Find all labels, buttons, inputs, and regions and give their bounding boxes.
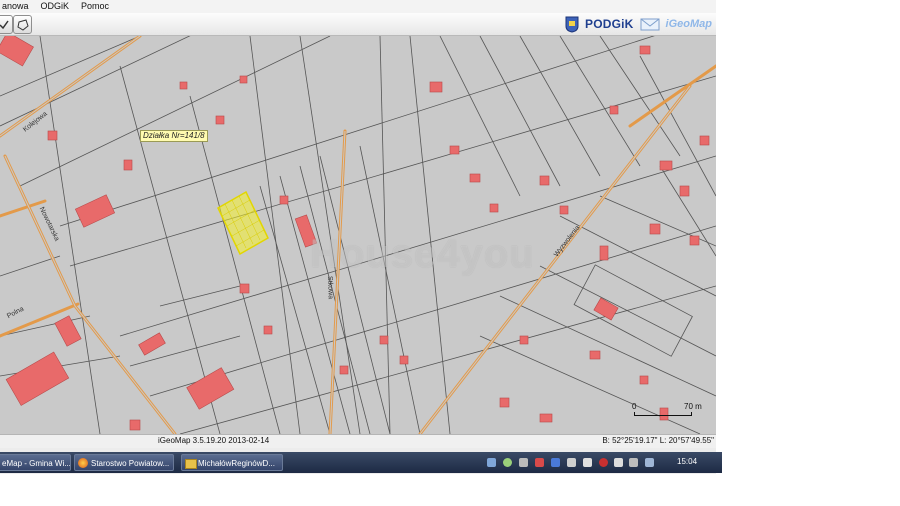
- tray-security-icon[interactable]: [599, 458, 608, 467]
- tray-antivirus-icon[interactable]: [535, 458, 544, 467]
- tray-network-icon[interactable]: [487, 458, 496, 467]
- map-canvas[interactable]: Działka Nr=141/8 Kolejowa Nowotarska Pol…: [0, 36, 716, 434]
- toolbar: PODGiK iGeoMap: [0, 13, 716, 36]
- polygon-icon: [16, 18, 29, 31]
- highlighted-parcel: [217, 190, 269, 256]
- tray-battery-icon[interactable]: [614, 458, 623, 467]
- taskbar-item-firefox[interactable]: Starostwo Powiatow...: [74, 454, 174, 471]
- menu-item-odgik[interactable]: ODGiK: [35, 0, 76, 13]
- podgik-logo-text: PODGiK: [585, 17, 634, 31]
- watermark-text: House4you: [310, 232, 535, 276]
- windows-taskbar: eMap - Gmina Wi... Starostwo Powiatow...…: [0, 452, 722, 473]
- podgik-crest-icon: [565, 16, 579, 33]
- igeomap-logo-text: iGeoMap: [665, 18, 712, 30]
- menu-bar: anowa ODGiK Pomoc: [0, 0, 716, 13]
- menu-item-mapa[interactable]: anowa: [0, 0, 35, 13]
- scale-min-label: 0: [632, 402, 637, 411]
- taskbar-label-firefox: Starostwo Powiatow...: [91, 459, 170, 468]
- parcel-label: Działka Nr=141/8: [140, 130, 208, 142]
- tray-app-icon[interactable]: [519, 458, 528, 467]
- scale-line: [634, 412, 692, 416]
- taskbar-item-folder[interactable]: MichałówReginówD...: [181, 454, 283, 471]
- igeomap-window: anowa ODGiK Pomoc PODGiK iGeoMap Działka…: [0, 0, 716, 474]
- menu-item-pomoc[interactable]: Pomoc: [75, 0, 115, 13]
- taskbar-item-igeomap[interactable]: eMap - Gmina Wi...: [0, 454, 71, 471]
- taskbar-clock[interactable]: 15:04: [677, 457, 697, 466]
- version-text: iGeoMap 3.5.19.20 2013-02-14: [158, 436, 270, 445]
- street-label-stkowa: Stkowa: [326, 276, 334, 300]
- tray-bluetooth-icon[interactable]: [551, 458, 560, 467]
- taskbar-label-folder: MichałówReginówD...: [198, 459, 275, 468]
- polygon-tool-button[interactable]: [13, 15, 32, 34]
- firefox-icon: [78, 458, 88, 468]
- select-tool-button[interactable]: [0, 15, 13, 34]
- tray-keyboard-icon[interactable]: [583, 458, 592, 467]
- tray-speaker-icon[interactable]: [629, 458, 638, 467]
- tray-update-icon[interactable]: [503, 458, 512, 467]
- tray-wifi-icon[interactable]: [645, 458, 654, 467]
- status-bar: iGeoMap 3.5.19.20 2013-02-14 B: 52°25'19…: [0, 434, 716, 448]
- coordinates-readout: B: 52°25'19.17" L: 20°57'49.55": [602, 436, 714, 445]
- scale-max-label: 70 m: [684, 402, 702, 411]
- folder-icon: [185, 459, 197, 469]
- scale-bar: 0 70 m: [632, 402, 712, 420]
- brand-area: PODGiK iGeoMap: [565, 14, 712, 34]
- mail-icon[interactable]: [640, 18, 660, 31]
- tray-display-icon[interactable]: [567, 458, 576, 467]
- check-icon: [0, 20, 9, 29]
